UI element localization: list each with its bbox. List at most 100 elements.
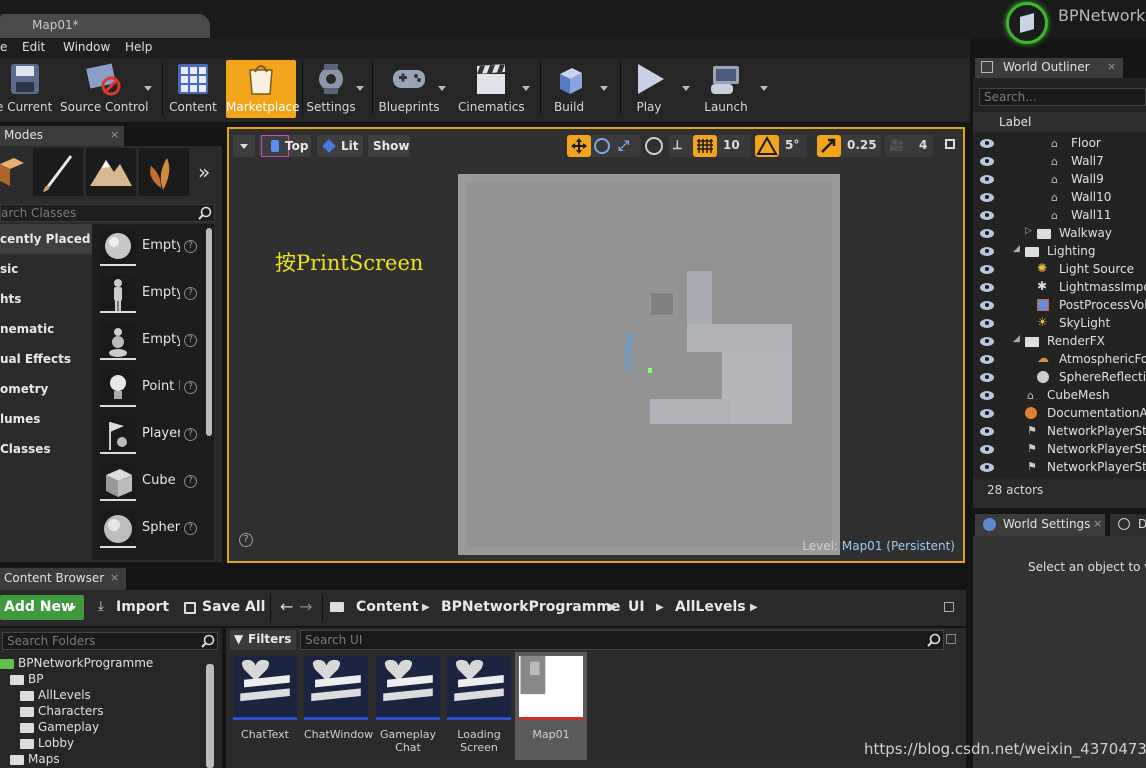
level-viewport[interactable]: Top Lit Show ⤢ ⟂ 10 5° 0.25 🎥 4 Map01 按P… — [227, 127, 965, 563]
visibility-eye-icon[interactable] — [980, 157, 994, 166]
place-item-point-light[interactable]: Point L ? — [96, 367, 204, 411]
breadcrumb-chevron-icon[interactable]: ▶ — [750, 602, 758, 613]
outliner-row[interactable]: ☀ SkyLight — [973, 315, 1146, 333]
visibility-eye-icon[interactable] — [980, 283, 994, 292]
help-icon[interactable]: ? — [184, 475, 197, 488]
visibility-eye-icon[interactable] — [980, 229, 994, 238]
visibility-eye-icon[interactable] — [980, 319, 994, 328]
scale-tool-icon[interactable]: ⤢ — [618, 138, 629, 154]
filters-button[interactable]: ▼ Filters — [230, 630, 296, 650]
outliner-row[interactable]: ⌂ Wall11 — [973, 207, 1146, 225]
menu-file[interactable]: e — [0, 40, 7, 54]
scale-snap-value[interactable]: 0.25 — [847, 138, 877, 152]
surface-snap-icon[interactable]: ⟂ — [673, 138, 682, 153]
visibility-eye-icon[interactable] — [980, 247, 994, 256]
close-icon[interactable]: × — [1107, 60, 1116, 73]
outliner-row[interactable]: ◢ Lighting — [973, 243, 1146, 261]
visibility-eye-icon[interactable] — [980, 211, 994, 220]
more-modes-icon[interactable]: » — [198, 160, 210, 184]
outliner-row[interactable]: ⌂ Wall10 — [973, 189, 1146, 207]
launch-button[interactable]: Launch — [700, 60, 768, 118]
category-geometry[interactable]: ometry — [0, 374, 92, 404]
content-browser-tab[interactable]: Content Browser × — [0, 568, 126, 590]
outliner-column-header[interactable]: Label — [973, 112, 1146, 132]
category-lights[interactable]: hts — [0, 284, 92, 314]
outliner-row[interactable]: SphereReflection — [973, 369, 1146, 387]
expand-arrow-icon[interactable]: ▷ — [1025, 226, 1032, 236]
place-item-player-start[interactable]: Player ? — [96, 414, 204, 458]
build-button[interactable]: Build — [546, 60, 608, 118]
add-new-button[interactable]: Add New — [0, 595, 84, 620]
outliner-row[interactable]: ⌂ CubeMesh — [973, 387, 1146, 405]
outliner-row[interactable]: ⚑ NetworkPlayerStar — [973, 459, 1146, 477]
help-icon[interactable]: ? — [184, 240, 197, 253]
cinematics-button[interactable]: Cinematics — [458, 60, 530, 118]
breadcrumb-chevron-icon[interactable]: ▶ — [656, 602, 664, 613]
close-icon[interactable]: × — [110, 128, 119, 141]
translate-tool-icon[interactable] — [567, 135, 591, 157]
mode-foliage-icon[interactable] — [139, 148, 189, 196]
search-ui-input[interactable]: Search UI — [300, 630, 944, 650]
help-icon[interactable]: ? — [184, 381, 197, 394]
asset-tile[interactable]: Loading Screen — [447, 656, 511, 760]
collapse-arrow-icon[interactable]: ◢ — [1013, 334, 1020, 344]
breadcrumb-chevron-icon[interactable]: ▶ — [422, 602, 430, 613]
close-icon[interactable]: × — [110, 571, 119, 584]
place-item-empty-pawn[interactable]: Empty ? — [96, 320, 204, 364]
visibility-eye-icon[interactable] — [980, 373, 994, 382]
breadcrumb-project[interactable]: BPNetworkProgramme — [441, 599, 620, 615]
back-arrow-icon[interactable]: ← — [280, 597, 293, 616]
outliner-row[interactable]: ▷ Walkway — [973, 225, 1146, 243]
help-icon[interactable]: ? — [184, 522, 197, 535]
settings-dropdown-icon[interactable] — [356, 86, 364, 91]
help-icon[interactable]: ? — [184, 287, 197, 300]
settings-button[interactable]: Settings — [306, 60, 364, 118]
rotate-tool-icon[interactable] — [594, 138, 610, 154]
source-control-button[interactable]: Source Control — [60, 60, 152, 118]
asset-tile[interactable]: ChatText — [233, 656, 297, 760]
search-classes-input[interactable]: arch Classes — [0, 204, 215, 222]
grid-snap-icon[interactable] — [693, 135, 717, 157]
outliner-row[interactable]: ◢ RenderFX — [973, 333, 1146, 351]
place-item-sphere[interactable]: Spher ? — [96, 508, 204, 552]
close-icon[interactable]: × — [1093, 517, 1102, 530]
visibility-eye-icon[interactable] — [980, 463, 994, 472]
help-icon[interactable]: ? — [184, 334, 197, 347]
launch-dropdown-icon[interactable] — [760, 86, 768, 91]
category-cinematic[interactable]: nematic — [0, 314, 92, 344]
breadcrumb-chevron-icon[interactable]: ▶ — [609, 602, 617, 613]
place-item-cube[interactable]: Cube ? — [96, 461, 204, 505]
rotation-snap-icon[interactable] — [755, 135, 779, 157]
place-item-empty-character[interactable]: Empty ? — [96, 273, 204, 317]
visibility-eye-icon[interactable] — [980, 265, 994, 274]
visibility-eye-icon[interactable] — [980, 301, 994, 310]
visibility-eye-icon[interactable] — [980, 445, 994, 454]
visibility-eye-icon[interactable] — [980, 193, 994, 202]
visibility-eye-icon[interactable] — [980, 427, 994, 436]
collapse-arrow-icon[interactable]: ◢ — [1013, 244, 1020, 254]
visibility-eye-icon[interactable] — [980, 139, 994, 148]
modes-tab[interactable]: Modes × — [0, 126, 124, 146]
outliner-row[interactable]: ⚑ NetworkPlayerStar — [973, 441, 1146, 459]
outliner-row[interactable]: ✱ LightmassImpor — [973, 279, 1146, 297]
document-tab-map01[interactable]: Map01* — [0, 14, 210, 38]
mode-paint-icon[interactable] — [33, 148, 83, 196]
breadcrumb-ui[interactable]: UI — [628, 599, 645, 615]
outliner-row[interactable]: ☁ AtmosphericFog — [973, 351, 1146, 369]
blueprints-dropdown-icon[interactable] — [438, 86, 446, 91]
camera-speed-group[interactable]: 🎥 4 — [885, 135, 933, 157]
outliner-row[interactable]: PostProcessVol — [973, 297, 1146, 315]
build-dropdown-icon[interactable] — [600, 86, 608, 91]
show-button[interactable]: Show — [368, 135, 410, 157]
folder-scrollbar[interactable] — [206, 664, 214, 768]
mode-landscape-icon[interactable] — [86, 148, 136, 196]
asset-tile[interactable]: ChatWindow — [304, 656, 373, 760]
outliner-row[interactable]: ⌂ Floor — [973, 135, 1146, 153]
marketplace-button[interactable]: Marketplace — [226, 60, 300, 118]
view-mode-button[interactable]: Lit — [317, 135, 363, 157]
save-search-icon[interactable] — [946, 634, 956, 644]
menu-window[interactable]: Window — [63, 40, 110, 54]
forward-arrow-icon[interactable]: → — [299, 597, 312, 616]
asset-tile-selected[interactable]: Map01 — [519, 656, 583, 760]
help-icon[interactable]: ? — [239, 533, 253, 547]
